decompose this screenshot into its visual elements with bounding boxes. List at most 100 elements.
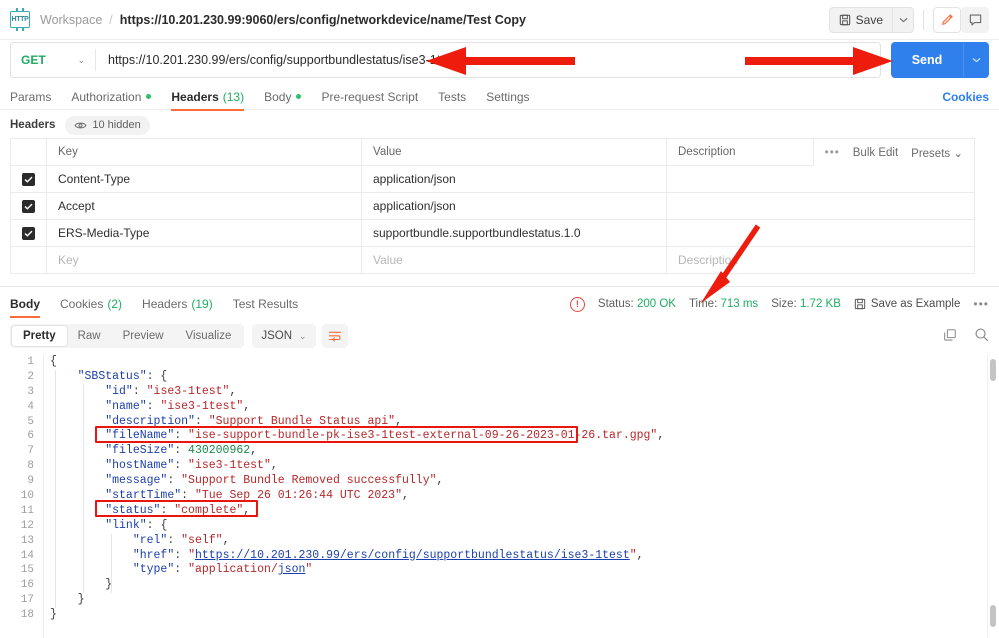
response-body-json-viewer[interactable]: 123456789101112131415161718 {▾ "SBStatus… [0,355,999,638]
table-row-empty[interactable]: Key Value Description [11,247,974,274]
view-pretty-button[interactable]: Pretty [12,326,67,346]
send-dropdown-button[interactable] [963,42,989,78]
header-description-cell[interactable] [667,220,974,246]
header-key-cell[interactable]: ERS-Media-Type [47,220,362,246]
chevron-down-icon [899,17,907,22]
row-checkbox[interactable] [22,199,35,213]
row-checkbox-cell [11,220,47,246]
tab-params[interactable]: Params [10,84,61,110]
json-token-s: "complete" [174,503,244,517]
security-warning-icon[interactable]: ! [569,296,585,312]
code-line[interactable]: "startTime": "Tue Sep 26 01:26:44 UTC 20… [44,489,985,504]
header-value-cell[interactable]: supportbundle.supportbundlestatus.1.0 [362,220,667,246]
presets-label: Presets [911,147,951,160]
code-line[interactable]: "message": "Support Bundle Removed succe… [44,474,985,489]
view-preview-button[interactable]: Preview [112,326,175,346]
url-input[interactable]: https://10.201.230.99/ers/config/support… [96,53,880,67]
response-tab-test-results[interactable]: Test Results [223,291,308,317]
response-tab-headers[interactable]: Headers (19) [132,291,223,317]
code-line[interactable]: "fileSize": 430200962, [44,444,985,459]
tab-headers[interactable]: Headers (13) [161,84,254,111]
table-row[interactable]: Content-Type application/json [11,166,974,193]
response-tab-bar: Body Cookies (2) Headers (19) Test Resul… [0,291,999,318]
line-number: 3 [27,385,34,398]
code-line[interactable]: "id": "ise3-1test", [44,385,985,400]
wrap-lines-button[interactable] [321,324,348,348]
json-token-p: : [181,489,195,503]
header-description-cell[interactable] [667,193,974,219]
section-divider [0,286,999,287]
code-line[interactable]: "status": "complete", [44,504,985,519]
row-checkbox[interactable] [22,172,35,186]
code-line[interactable]: {▾ [44,355,985,370]
bulk-edit-button[interactable]: Bulk Edit [853,147,898,159]
http-method-value: GET [21,53,46,67]
body-scrollbar-thumb-top[interactable] [990,359,996,381]
code-line[interactable]: } [44,578,985,593]
headers-more-options-button[interactable]: ••• [825,147,840,159]
json-code-area[interactable]: {▾ "SBStatus": {▾ "id": "ise3-1test", "n… [44,355,985,638]
json-token-s: "Support Bundle Status api" [208,414,396,428]
save-as-example-button[interactable]: Save as Example [854,298,960,310]
tab-authorization[interactable]: Authorization [61,84,161,110]
view-visualize-button[interactable]: Visualize [175,326,243,346]
header-value-cell[interactable]: application/json [362,166,667,192]
code-line[interactable]: "hostName": "ise3-1test", [44,459,985,474]
code-line[interactable]: "href": "https://10.201.230.99/ers/confi… [44,549,985,564]
pencil-icon [941,14,953,25]
time-label: Time: [688,298,718,310]
code-line[interactable]: "SBStatus": {▾ [44,370,985,385]
new-header-description-input[interactable]: Description [667,247,974,273]
breadcrumb-workspace[interactable]: Workspace [40,13,102,27]
code-line[interactable]: "description": "Support Bundle Status ap… [44,415,985,430]
json-token-s: "self" [181,533,223,547]
copy-button[interactable] [943,328,957,345]
table-row[interactable]: ERS-Media-Type supportbundle.supportbund… [11,220,974,247]
json-token-s: "ise3-1test" [146,384,230,398]
check-icon [24,230,33,237]
line-number: 17 [20,594,34,607]
body-scrollbar-track[interactable] [987,355,999,638]
tab-body[interactable]: Body [254,84,311,110]
code-line[interactable]: "link": {▾ [44,519,985,534]
tab-pre-request-script[interactable]: Pre-request Script [311,84,428,110]
body-format-select[interactable]: JSON ⌄ [252,324,316,348]
json-token-s: "Tue Sep 26 01:26:44 UTC 2023" [194,489,402,503]
body-scrollbar-thumb-bottom[interactable] [990,605,996,627]
save-button[interactable]: Save [828,6,892,33]
code-line[interactable]: } [44,608,985,623]
json-token-p: , [402,489,409,503]
edit-request-button[interactable] [933,6,961,33]
http-method-select[interactable]: GET ⌄ [11,43,95,77]
copy-icon [944,328,956,341]
header-key-cell[interactable]: Accept [47,193,362,219]
header-value-cell[interactable]: application/json [362,193,667,219]
hidden-headers-toggle[interactable]: 10 hidden [65,115,150,135]
new-header-key-input[interactable]: Key [47,247,362,273]
table-row[interactable]: Accept application/json [11,193,974,220]
comment-button[interactable] [961,6,989,33]
view-raw-button[interactable]: Raw [67,326,112,346]
cookies-link[interactable]: Cookies [942,90,989,104]
response-more-options-button[interactable]: ••• [973,297,989,311]
code-line[interactable]: "rel": "self", [44,534,985,549]
json-token-p: , [657,429,665,443]
response-tab-cookies[interactable]: Cookies (2) [50,291,132,317]
header-description-cell[interactable] [667,166,974,192]
indent-guide [83,384,84,594]
code-line[interactable]: } [44,593,985,608]
json-token-s: "ise3-1test" [160,399,244,413]
tab-tests[interactable]: Tests [428,84,476,110]
code-line[interactable]: "type": "application/json" [44,563,985,578]
presets-button[interactable]: Presets ⌄ [911,146,963,160]
code-line[interactable]: "fileName": "ise-support-bundle-pk-ise3-… [44,429,985,444]
header-key-cell[interactable]: Content-Type [47,166,362,192]
send-button[interactable]: Send [891,42,963,78]
search-button[interactable] [974,327,989,345]
row-checkbox[interactable] [22,226,35,240]
tab-settings[interactable]: Settings [476,84,539,110]
response-tab-body[interactable]: Body [10,291,50,318]
new-header-value-input[interactable]: Value [362,247,667,273]
code-line[interactable]: "name": "ise3-1test", [44,400,985,415]
save-dropdown-button[interactable] [892,6,914,33]
